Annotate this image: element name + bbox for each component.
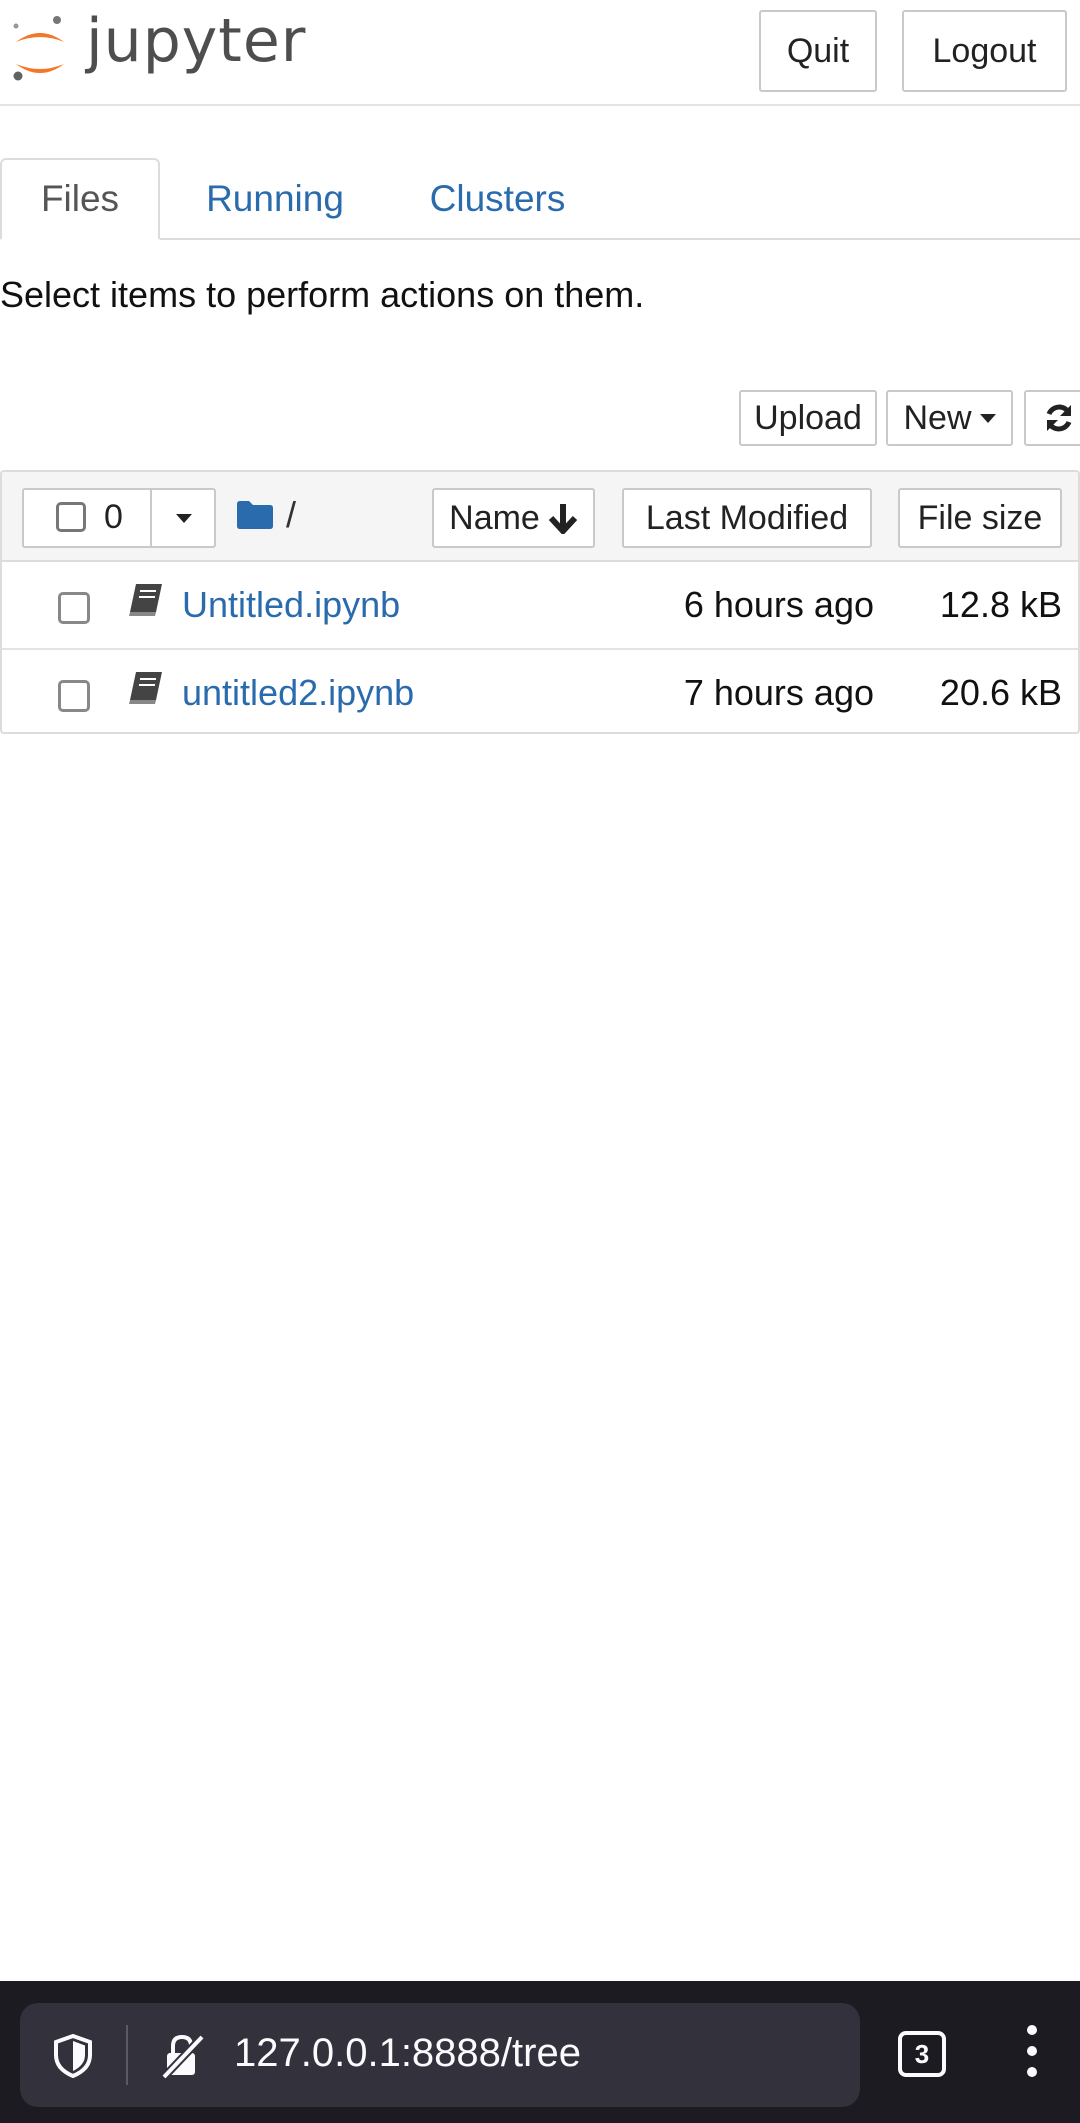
refresh-icon bbox=[1046, 404, 1072, 432]
file-link[interactable]: Untitled.ipynb bbox=[182, 584, 400, 626]
tab-bar: Files Running Clusters bbox=[0, 158, 1080, 240]
file-size: 12.8 kB bbox=[939, 584, 1062, 625]
tab-count-button[interactable]: 3 bbox=[898, 2031, 946, 2077]
file-list: 0 / Name Last Modified File size Untitle… bbox=[0, 470, 1080, 734]
logout-button[interactable]: Logout bbox=[902, 10, 1067, 92]
list-item[interactable]: Untitled.ipynb 6 hours ago 12.8 kB bbox=[2, 562, 1078, 648]
file-link[interactable]: untitled2.ipynb bbox=[182, 672, 414, 714]
more-menu-icon[interactable] bbox=[1022, 2025, 1042, 2085]
url-text[interactable]: 127.0.0.1:8888/tree bbox=[234, 2031, 581, 2076]
jupyter-logo-icon[interactable] bbox=[10, 12, 70, 84]
upload-button[interactable]: Upload bbox=[739, 390, 877, 446]
row-checkbox[interactable] bbox=[58, 680, 90, 712]
breadcrumb-root[interactable]: / bbox=[286, 494, 296, 536]
logo-text: jupyter bbox=[86, 6, 307, 76]
file-size: 20.6 kB bbox=[939, 672, 1062, 713]
notebook-icon bbox=[128, 582, 164, 623]
instructions-text: Select items to perform actions on them. bbox=[0, 274, 645, 315]
sort-by-file-size-button[interactable]: File size bbox=[898, 488, 1062, 548]
header: jupyter Quit Logout bbox=[0, 0, 1080, 106]
last-modified: 6 hours ago bbox=[683, 584, 874, 625]
notebook-icon bbox=[128, 670, 164, 711]
shield-icon[interactable] bbox=[52, 2033, 94, 2084]
new-dropdown-button[interactable]: New bbox=[886, 390, 1013, 446]
last-modified: 7 hours ago bbox=[683, 672, 874, 713]
quit-button[interactable]: Quit bbox=[759, 10, 877, 92]
name-label: Name bbox=[449, 498, 540, 537]
folder-icon bbox=[237, 501, 273, 529]
divider bbox=[126, 2025, 128, 2085]
list-item[interactable]: untitled2.ipynb 7 hours ago 20.6 kB bbox=[2, 648, 1078, 732]
tab-clusters[interactable]: Clusters bbox=[410, 158, 585, 240]
selected-count: 0 bbox=[104, 498, 123, 536]
list-header: 0 / Name Last Modified File size bbox=[2, 472, 1078, 562]
breadcrumb[interactable]: / bbox=[236, 494, 296, 536]
divider bbox=[150, 490, 152, 546]
refresh-button[interactable] bbox=[1024, 390, 1080, 446]
select-all-group[interactable]: 0 bbox=[22, 488, 216, 548]
row-checkbox[interactable] bbox=[58, 592, 90, 624]
caret-down-icon bbox=[979, 413, 996, 423]
tab-running[interactable]: Running bbox=[190, 158, 360, 240]
select-dropdown-caret-icon[interactable] bbox=[176, 514, 192, 523]
sort-by-name-button[interactable]: Name bbox=[432, 488, 595, 548]
arrow-down-icon bbox=[548, 504, 578, 534]
tab-files[interactable]: Files bbox=[0, 158, 160, 240]
select-all-checkbox[interactable] bbox=[56, 502, 86, 532]
new-label: New bbox=[903, 398, 972, 437]
sort-by-last-modified-button[interactable]: Last Modified bbox=[622, 488, 872, 548]
browser-toolbar: 127.0.0.1:8888/tree 3 bbox=[0, 1981, 1080, 2123]
insecure-lock-icon[interactable] bbox=[158, 2031, 208, 2086]
address-bar[interactable]: 127.0.0.1:8888/tree bbox=[20, 2003, 860, 2107]
